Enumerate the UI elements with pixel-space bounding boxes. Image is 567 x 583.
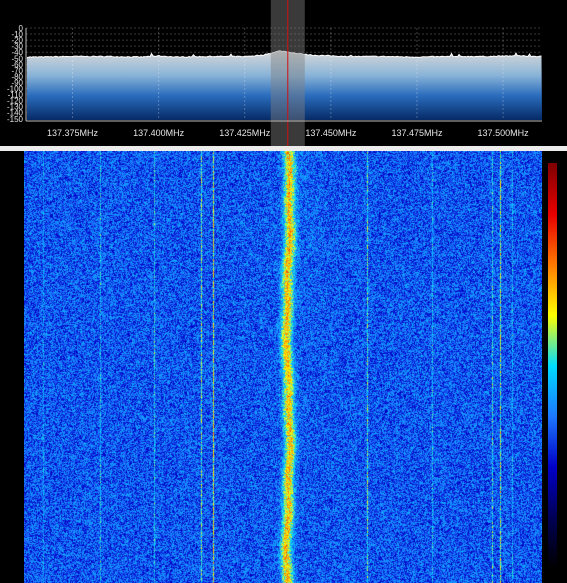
frequency-tick-label: 137.375MHz <box>47 128 99 138</box>
db-axis-labels: 0-10-20-30-40-50-60-70-80-90-100-110-120… <box>7 24 24 124</box>
db-tick-label: -150 <box>7 115 24 124</box>
spectrum-panel[interactable]: 0 -10 -20 -30 -40 -50 -60 -70 -80 -90 -100 -110 -120… <box>0 0 567 146</box>
waterfall-color-scale <box>548 163 557 568</box>
frequency-tick-label: 137.500MHz <box>478 128 530 138</box>
waterfall-panel[interactable] <box>0 151 567 583</box>
frequency-tick-label: 137.475MHz <box>391 128 443 138</box>
spectrum-plot[interactable]: 0-10-20-30-40-50-60-70-80-90-100-110-120… <box>0 0 567 146</box>
waterfall-display[interactable] <box>24 151 542 583</box>
frequency-tick-label: 137.425MHz <box>219 128 271 138</box>
frequency-tick-label: 137.450MHz <box>305 128 357 138</box>
frequency-tick-label: 137.400MHz <box>133 128 185 138</box>
